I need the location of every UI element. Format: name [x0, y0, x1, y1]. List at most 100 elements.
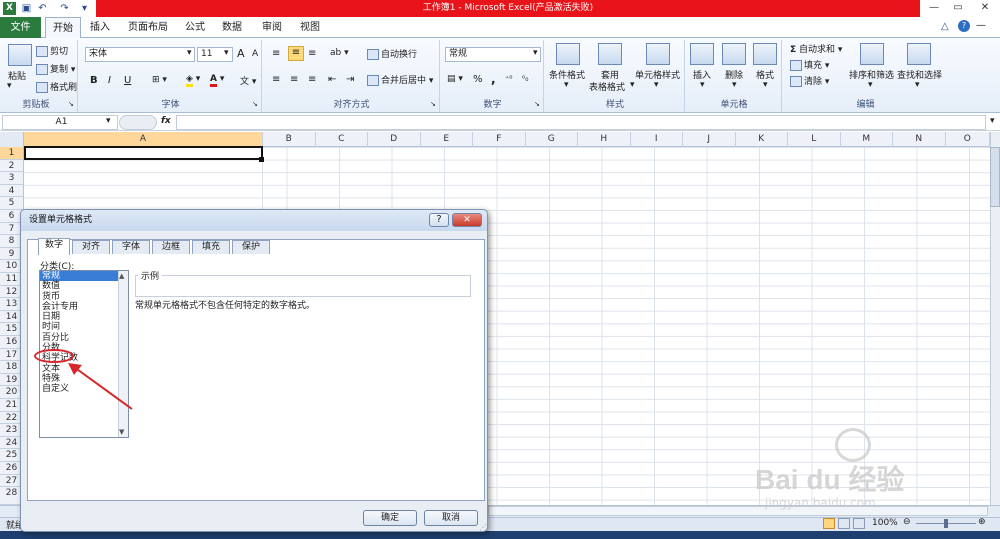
- number-launcher-icon[interactable]: ↘: [534, 100, 540, 108]
- column-header[interactable]: G: [526, 132, 578, 147]
- clipboard-launcher-icon[interactable]: ↘: [68, 100, 74, 108]
- column-header[interactable]: A: [24, 132, 263, 147]
- column-header[interactable]: D: [368, 132, 421, 147]
- find-select-dropdown-icon[interactable]: ▾: [915, 80, 920, 90]
- delete-cells-icon[interactable]: [722, 43, 746, 65]
- font-name-dropdown-icon[interactable]: ▾: [187, 48, 192, 58]
- align-left-icon[interactable]: ≡: [272, 74, 280, 85]
- fill-color-icon[interactable]: ◈ ▾: [186, 74, 200, 87]
- dialog-tab-border[interactable]: 边框: [152, 240, 190, 254]
- bold-button[interactable]: B: [90, 75, 98, 86]
- dialog-tab-font[interactable]: 字体: [112, 240, 150, 254]
- column-header[interactable]: E: [421, 132, 473, 147]
- font-name-select[interactable]: 宋体: [85, 47, 195, 62]
- expand-formula-icon[interactable]: ▾: [990, 116, 995, 126]
- decrease-indent-icon[interactable]: ⇤: [328, 74, 336, 85]
- selected-cell-a1[interactable]: [24, 146, 263, 160]
- insert-cells-icon[interactable]: [690, 43, 714, 65]
- format-as-table-dropdown-icon[interactable]: ▾: [630, 80, 635, 90]
- row-header[interactable]: 4: [0, 184, 24, 198]
- redo-icon[interactable]: ↷: [58, 2, 71, 15]
- align-top-icon[interactable]: ≡: [272, 48, 280, 59]
- number-format-select[interactable]: 常规: [445, 47, 541, 62]
- tab-view[interactable]: 视图: [292, 17, 328, 38]
- column-header[interactable]: K: [736, 132, 788, 147]
- orientation-icon[interactable]: ab ▾: [330, 48, 349, 58]
- column-header[interactable]: L: [788, 132, 841, 147]
- paste-dropdown-icon[interactable]: ▾: [7, 81, 12, 91]
- find-select-icon[interactable]: [907, 43, 931, 65]
- row-header[interactable]: 5: [0, 197, 24, 210]
- row-header[interactable]: 2: [0, 159, 24, 173]
- scroll-down-icon[interactable]: ▼: [119, 428, 124, 436]
- border-icon[interactable]: ⊞ ▾: [152, 75, 167, 85]
- format-as-table-icon[interactable]: [598, 43, 622, 65]
- select-all-corner[interactable]: [0, 132, 24, 147]
- column-header[interactable]: I: [631, 132, 683, 147]
- undo-icon[interactable]: ↶: [36, 2, 49, 15]
- autosum-button[interactable]: Σ 自动求和 ▾: [790, 42, 842, 55]
- align-center-icon[interactable]: ≡: [290, 74, 298, 85]
- align-middle-icon[interactable]: ≡: [288, 46, 304, 61]
- zoom-slider-thumb[interactable]: [944, 519, 948, 528]
- tab-home[interactable]: 开始: [45, 17, 81, 38]
- underline-button[interactable]: U: [124, 75, 131, 86]
- font-color-icon[interactable]: A ▾: [210, 74, 224, 87]
- list-item[interactable]: 常规: [40, 271, 128, 282]
- column-header[interactable]: F: [473, 132, 526, 147]
- list-item[interactable]: 时间: [40, 322, 128, 332]
- clear-button[interactable]: 清除 ▾: [790, 74, 829, 87]
- vertical-scroll-thumb[interactable]: [990, 147, 1000, 207]
- save-icon[interactable]: ▣: [20, 2, 33, 15]
- dialog-close-button[interactable]: ✕: [452, 213, 482, 227]
- shrink-font-button[interactable]: A: [252, 49, 258, 59]
- increase-decimal-icon[interactable]: ⁺⁰: [505, 74, 512, 83]
- cell-styles-dropdown-icon[interactable]: ▾: [654, 80, 659, 90]
- help-icon[interactable]: ?: [958, 20, 970, 32]
- tab-file[interactable]: 文件: [0, 17, 41, 38]
- row-header[interactable]: 1: [0, 147, 24, 160]
- format-cells-icon[interactable]: [753, 43, 777, 65]
- column-header[interactable]: B: [263, 132, 316, 147]
- tab-insert[interactable]: 插入: [83, 17, 117, 38]
- customize-qat-icon[interactable]: ▾: [78, 2, 91, 15]
- phonetic-icon[interactable]: 文 ▾: [240, 74, 256, 87]
- column-header[interactable]: O: [946, 132, 990, 147]
- cut-button[interactable]: 剪切: [36, 44, 68, 57]
- format-dropdown-icon[interactable]: ▾: [763, 80, 768, 90]
- delete-dropdown-icon[interactable]: ▾: [732, 80, 737, 90]
- number-format-dropdown-icon[interactable]: ▾: [533, 48, 538, 58]
- column-header[interactable]: N: [893, 132, 946, 147]
- maximize-icon[interactable]: ▭: [948, 0, 968, 16]
- accounting-format-icon[interactable]: ▤ ▾: [447, 74, 463, 84]
- dialog-tab-number[interactable]: 数字: [38, 238, 70, 255]
- formula-input[interactable]: [176, 115, 986, 130]
- minimize-icon[interactable]: —: [924, 0, 944, 16]
- italic-button[interactable]: I: [108, 75, 111, 86]
- align-bottom-icon[interactable]: ≡: [308, 48, 316, 59]
- close-icon[interactable]: ✕: [972, 0, 998, 16]
- resize-grip-icon[interactable]: ⋰: [479, 523, 487, 532]
- ok-button[interactable]: 确定: [363, 510, 417, 526]
- tab-formulas[interactable]: 公式: [178, 17, 212, 38]
- increase-indent-icon[interactable]: ⇥: [346, 74, 354, 85]
- decrease-decimal-icon[interactable]: ⁰₀: [522, 74, 528, 83]
- row-header[interactable]: 3: [0, 172, 24, 185]
- wrap-text-button[interactable]: 自动换行: [367, 47, 417, 60]
- percent-button[interactable]: %: [473, 74, 483, 85]
- column-header[interactable]: C: [316, 132, 368, 147]
- insert-dropdown-icon[interactable]: ▾: [700, 80, 705, 90]
- tab-page-layout[interactable]: 页面布局: [122, 17, 174, 38]
- alignment-launcher-icon[interactable]: ↘: [430, 100, 436, 108]
- merge-center-button[interactable]: 合并后居中 ▾: [367, 73, 433, 86]
- workbook-minimize-icon[interactable]: —: [976, 20, 986, 31]
- font-launcher-icon[interactable]: ↘: [252, 100, 258, 108]
- dialog-tab-fill[interactable]: 填充: [192, 240, 230, 254]
- format-painter-button[interactable]: 格式刷: [36, 80, 77, 93]
- insert-function-button[interactable]: fx: [161, 116, 171, 126]
- sort-filter-icon[interactable]: [860, 43, 884, 65]
- font-size-dropdown-icon[interactable]: ▾: [224, 48, 229, 58]
- conditional-dropdown-icon[interactable]: ▾: [564, 80, 569, 90]
- name-box[interactable]: A1: [2, 115, 118, 130]
- dialog-tab-alignment[interactable]: 对齐: [72, 240, 110, 254]
